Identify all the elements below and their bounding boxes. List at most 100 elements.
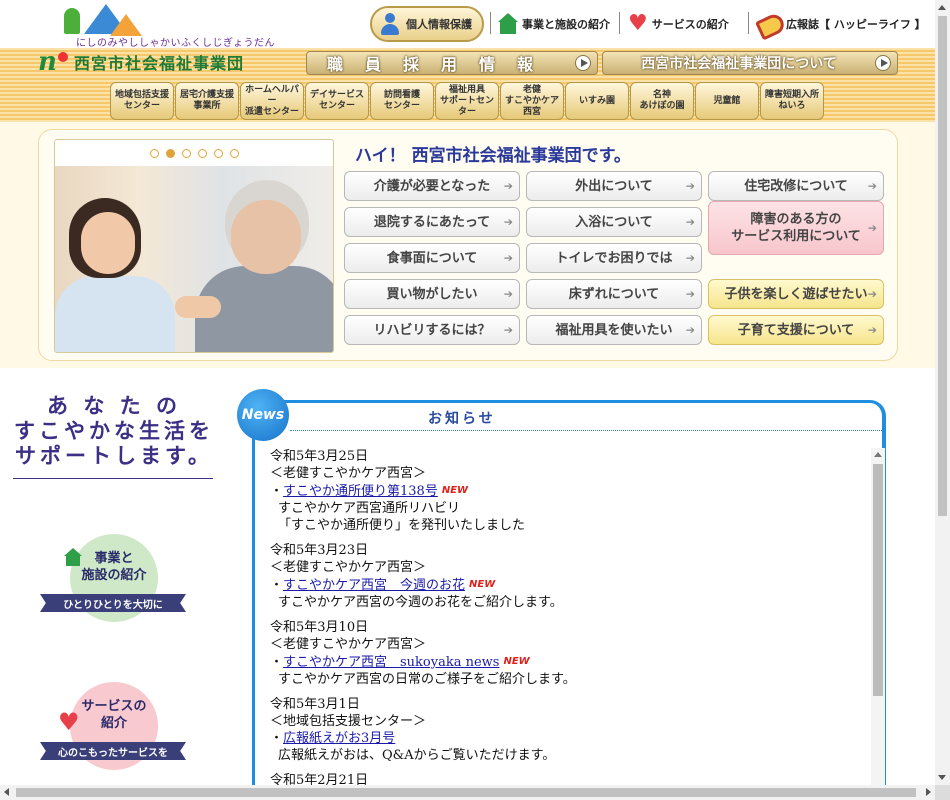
news-item: 令和5年3月1日 ＜地域包括支援センター＞ ・広報紙えがお3月号 広報紙えがおは、Q&… bbox=[270, 696, 870, 764]
recruit-label: 職員採用情報 bbox=[326, 55, 555, 74]
service-button[interactable]: トイレでお困りでは bbox=[526, 243, 702, 273]
slider-dot[interactable] bbox=[229, 148, 239, 158]
news-description: すこやかケア西宮の今週のお花をご紹介します。 bbox=[278, 595, 563, 610]
news-description: 「すこやか通所便り」を発刊いたしました bbox=[278, 518, 526, 533]
top-link-newsletter[interactable]: 広報誌【 ハッピーライフ 】 bbox=[756, 10, 926, 38]
scroll-thumb[interactable] bbox=[873, 464, 883, 696]
news-org: ＜老健すこやかケア西宮＞ bbox=[270, 637, 427, 652]
divider bbox=[490, 12, 491, 34]
news-item: 令和5年3月25日 ＜老健すこやかケア西宮＞ ・すこやか通所便り第138号 NEW すこ… bbox=[270, 448, 870, 534]
promo-title: 事業と 施設の紹介 bbox=[81, 551, 147, 583]
news-scrollbar[interactable] bbox=[871, 448, 885, 800]
divider bbox=[290, 430, 882, 431]
privacy-button[interactable]: 個人情報保護 bbox=[370, 6, 484, 42]
service-button[interactable]: 買い物がしたい bbox=[344, 279, 520, 309]
new-badge: NEW bbox=[469, 579, 496, 590]
news-org: ＜地域包括支援センター＞ bbox=[270, 714, 427, 729]
news-org: ＜老健すこやかケア西宮＞ bbox=[270, 466, 427, 481]
play-icon bbox=[875, 55, 891, 71]
top-link-label: 事業と施設の紹介 bbox=[522, 18, 610, 31]
facility-button-rouken[interactable]: 老健 すこやかケア西宮 bbox=[500, 82, 564, 120]
facility-button-houmon[interactable]: 訪問看護 センター bbox=[370, 82, 434, 120]
page-vertical-scrollbar[interactable] bbox=[935, 0, 950, 785]
service-button[interactable]: 障害のある方の サービス利用について bbox=[708, 201, 884, 255]
about-label: 西宮市社会福祉事業団について bbox=[641, 56, 837, 72]
service-button[interactable]: 住宅改修について bbox=[708, 171, 884, 201]
news-description: すこやかケア西宮の日常のご様子をご紹介します。 bbox=[278, 672, 576, 687]
logo-kana: にしのみやししゃかいふくしじぎょうだん bbox=[76, 38, 275, 49]
slider-dots bbox=[55, 140, 333, 166]
hero-headline: ハイ！ 西宮市社会福祉事業団です。 bbox=[355, 146, 631, 166]
news-link[interactable]: すこやか通所便り第138号 bbox=[283, 484, 438, 499]
news-date: 令和5年3月1日 bbox=[270, 697, 360, 712]
news-title: お知らせ bbox=[428, 411, 496, 427]
news-list: 令和5年3月25日 ＜老健すこやかケア西宮＞ ・すこやか通所便り第138号 NEW すこ… bbox=[270, 448, 870, 797]
facility-button-fukushi-yougu[interactable]: 福祉用具 サポートセンター bbox=[435, 82, 499, 120]
hero-panel: ハイ！ 西宮市社会福祉事業団です。 介護が必要となった外出について住宅改修につい… bbox=[38, 129, 898, 361]
slider-dot[interactable] bbox=[197, 148, 207, 158]
news-badge: News bbox=[237, 389, 289, 441]
facility-button-kyotaku[interactable]: 居宅介護支援 事業所 bbox=[175, 82, 239, 120]
site-header: にしのみやししゃかいふくしじぎょうだん n 西宮市社会福祉事業団 個人情報保護 … bbox=[0, 0, 935, 122]
service-button[interactable]: 子育て支援について bbox=[708, 315, 884, 345]
news-link[interactable]: すこやかケア西宮 今週のお花 bbox=[283, 578, 465, 593]
facility-button-jidoukan[interactable]: 児童館 bbox=[695, 82, 759, 120]
divider bbox=[619, 12, 620, 34]
logo-mark-icon: n bbox=[38, 49, 72, 75]
news-description: 広報紙えがおは、Q&Aからご覧いただけます。 bbox=[278, 748, 556, 763]
logo-name: 西宮市社会福祉事業団 bbox=[74, 54, 245, 73]
service-button[interactable]: 入浴について bbox=[526, 207, 702, 237]
news-link[interactable]: すこやかケア西宮 sukoyaka news bbox=[283, 655, 499, 670]
heart-icon: ♥ bbox=[628, 11, 648, 36]
slider-dot[interactable] bbox=[181, 148, 191, 158]
service-button[interactable]: 外出について bbox=[526, 171, 702, 201]
about-banner[interactable]: 西宮市社会福祉事業団について bbox=[602, 51, 898, 75]
scroll-right-icon[interactable] bbox=[926, 788, 931, 796]
slider-dot[interactable] bbox=[213, 148, 223, 158]
scroll-thumb[interactable] bbox=[16, 788, 916, 797]
service-button[interactable]: 福祉用具を使いたい bbox=[526, 315, 702, 345]
new-badge: NEW bbox=[503, 656, 530, 667]
scrollbar-corner bbox=[935, 785, 950, 800]
divider bbox=[13, 478, 213, 479]
site-logo[interactable]: n 西宮市社会福祉事業団 bbox=[38, 49, 245, 75]
logo-illustration[interactable]: にしのみやししゃかいふくしじぎょうだん bbox=[64, 4, 275, 49]
photo-slider[interactable] bbox=[54, 139, 334, 353]
scroll-up-icon[interactable] bbox=[938, 5, 946, 10]
promo-facilities[interactable]: 事業と 施設の紹介 ひとりひとりを大切に bbox=[40, 534, 186, 624]
facility-button-houkatsu[interactable]: 地域包括支援 センター bbox=[110, 82, 174, 120]
scroll-down-icon[interactable] bbox=[938, 775, 946, 780]
news-item: 令和5年3月23日 ＜老健すこやかケア西宮＞ ・すこやかケア西宮 今週のお花 NEW す… bbox=[270, 542, 870, 611]
top-link-services[interactable]: ♥ サービスの紹介 bbox=[628, 10, 729, 38]
top-link-label: 広報誌【 ハッピーライフ 】 bbox=[786, 18, 926, 31]
person-icon bbox=[380, 13, 400, 35]
slide-photo bbox=[55, 166, 333, 352]
service-button[interactable]: 退院するにあたって bbox=[344, 207, 520, 237]
recruit-banner[interactable]: 職員採用情報 bbox=[306, 51, 598, 75]
service-button[interactable]: 床ずれについて bbox=[526, 279, 702, 309]
top-link-label: サービスの紹介 bbox=[651, 18, 729, 31]
service-button[interactable]: 介護が必要となった bbox=[344, 171, 520, 201]
slider-dot[interactable] bbox=[165, 148, 175, 158]
page-horizontal-scrollbar[interactable] bbox=[0, 785, 935, 800]
news-link[interactable]: 広報紙えがお3月号 bbox=[283, 731, 395, 746]
facility-button-dayservice[interactable]: デイサービス センター bbox=[305, 82, 369, 120]
scroll-up-icon[interactable] bbox=[874, 452, 882, 457]
promo-ribbon: 心のこもったサービスを bbox=[40, 742, 186, 760]
facility-button-akebono[interactable]: 名神 あけぼの園 bbox=[630, 82, 694, 120]
facility-button-helper[interactable]: ホームヘルパー 派遣センター bbox=[240, 82, 304, 120]
promo-services[interactable]: ♥ サービスの 紹介 心のこもったサービスを bbox=[40, 682, 186, 772]
promo-ribbon: ひとりひとりを大切に bbox=[40, 594, 186, 612]
facility-nav: 地域包括支援 センター 居宅介護支援 事業所 ホームヘルパー 派遣センター デイ… bbox=[110, 82, 824, 120]
facility-button-neiro[interactable]: 障害短期入所 ねいろ bbox=[760, 82, 824, 120]
top-link-facilities[interactable]: 事業と施設の紹介 bbox=[498, 10, 610, 38]
service-button[interactable]: 食事面について bbox=[344, 243, 520, 273]
house-icon bbox=[498, 13, 518, 35]
scroll-left-icon[interactable] bbox=[4, 788, 9, 796]
service-button[interactable]: リハビリするには？ bbox=[344, 315, 520, 345]
divider bbox=[748, 12, 749, 34]
slider-dot[interactable] bbox=[149, 148, 159, 158]
service-button[interactable]: 子供を楽しく遊ばせたい bbox=[708, 279, 884, 309]
facility-button-isumi[interactable]: いすみ園 bbox=[565, 82, 629, 120]
scroll-thumb[interactable] bbox=[938, 16, 947, 516]
